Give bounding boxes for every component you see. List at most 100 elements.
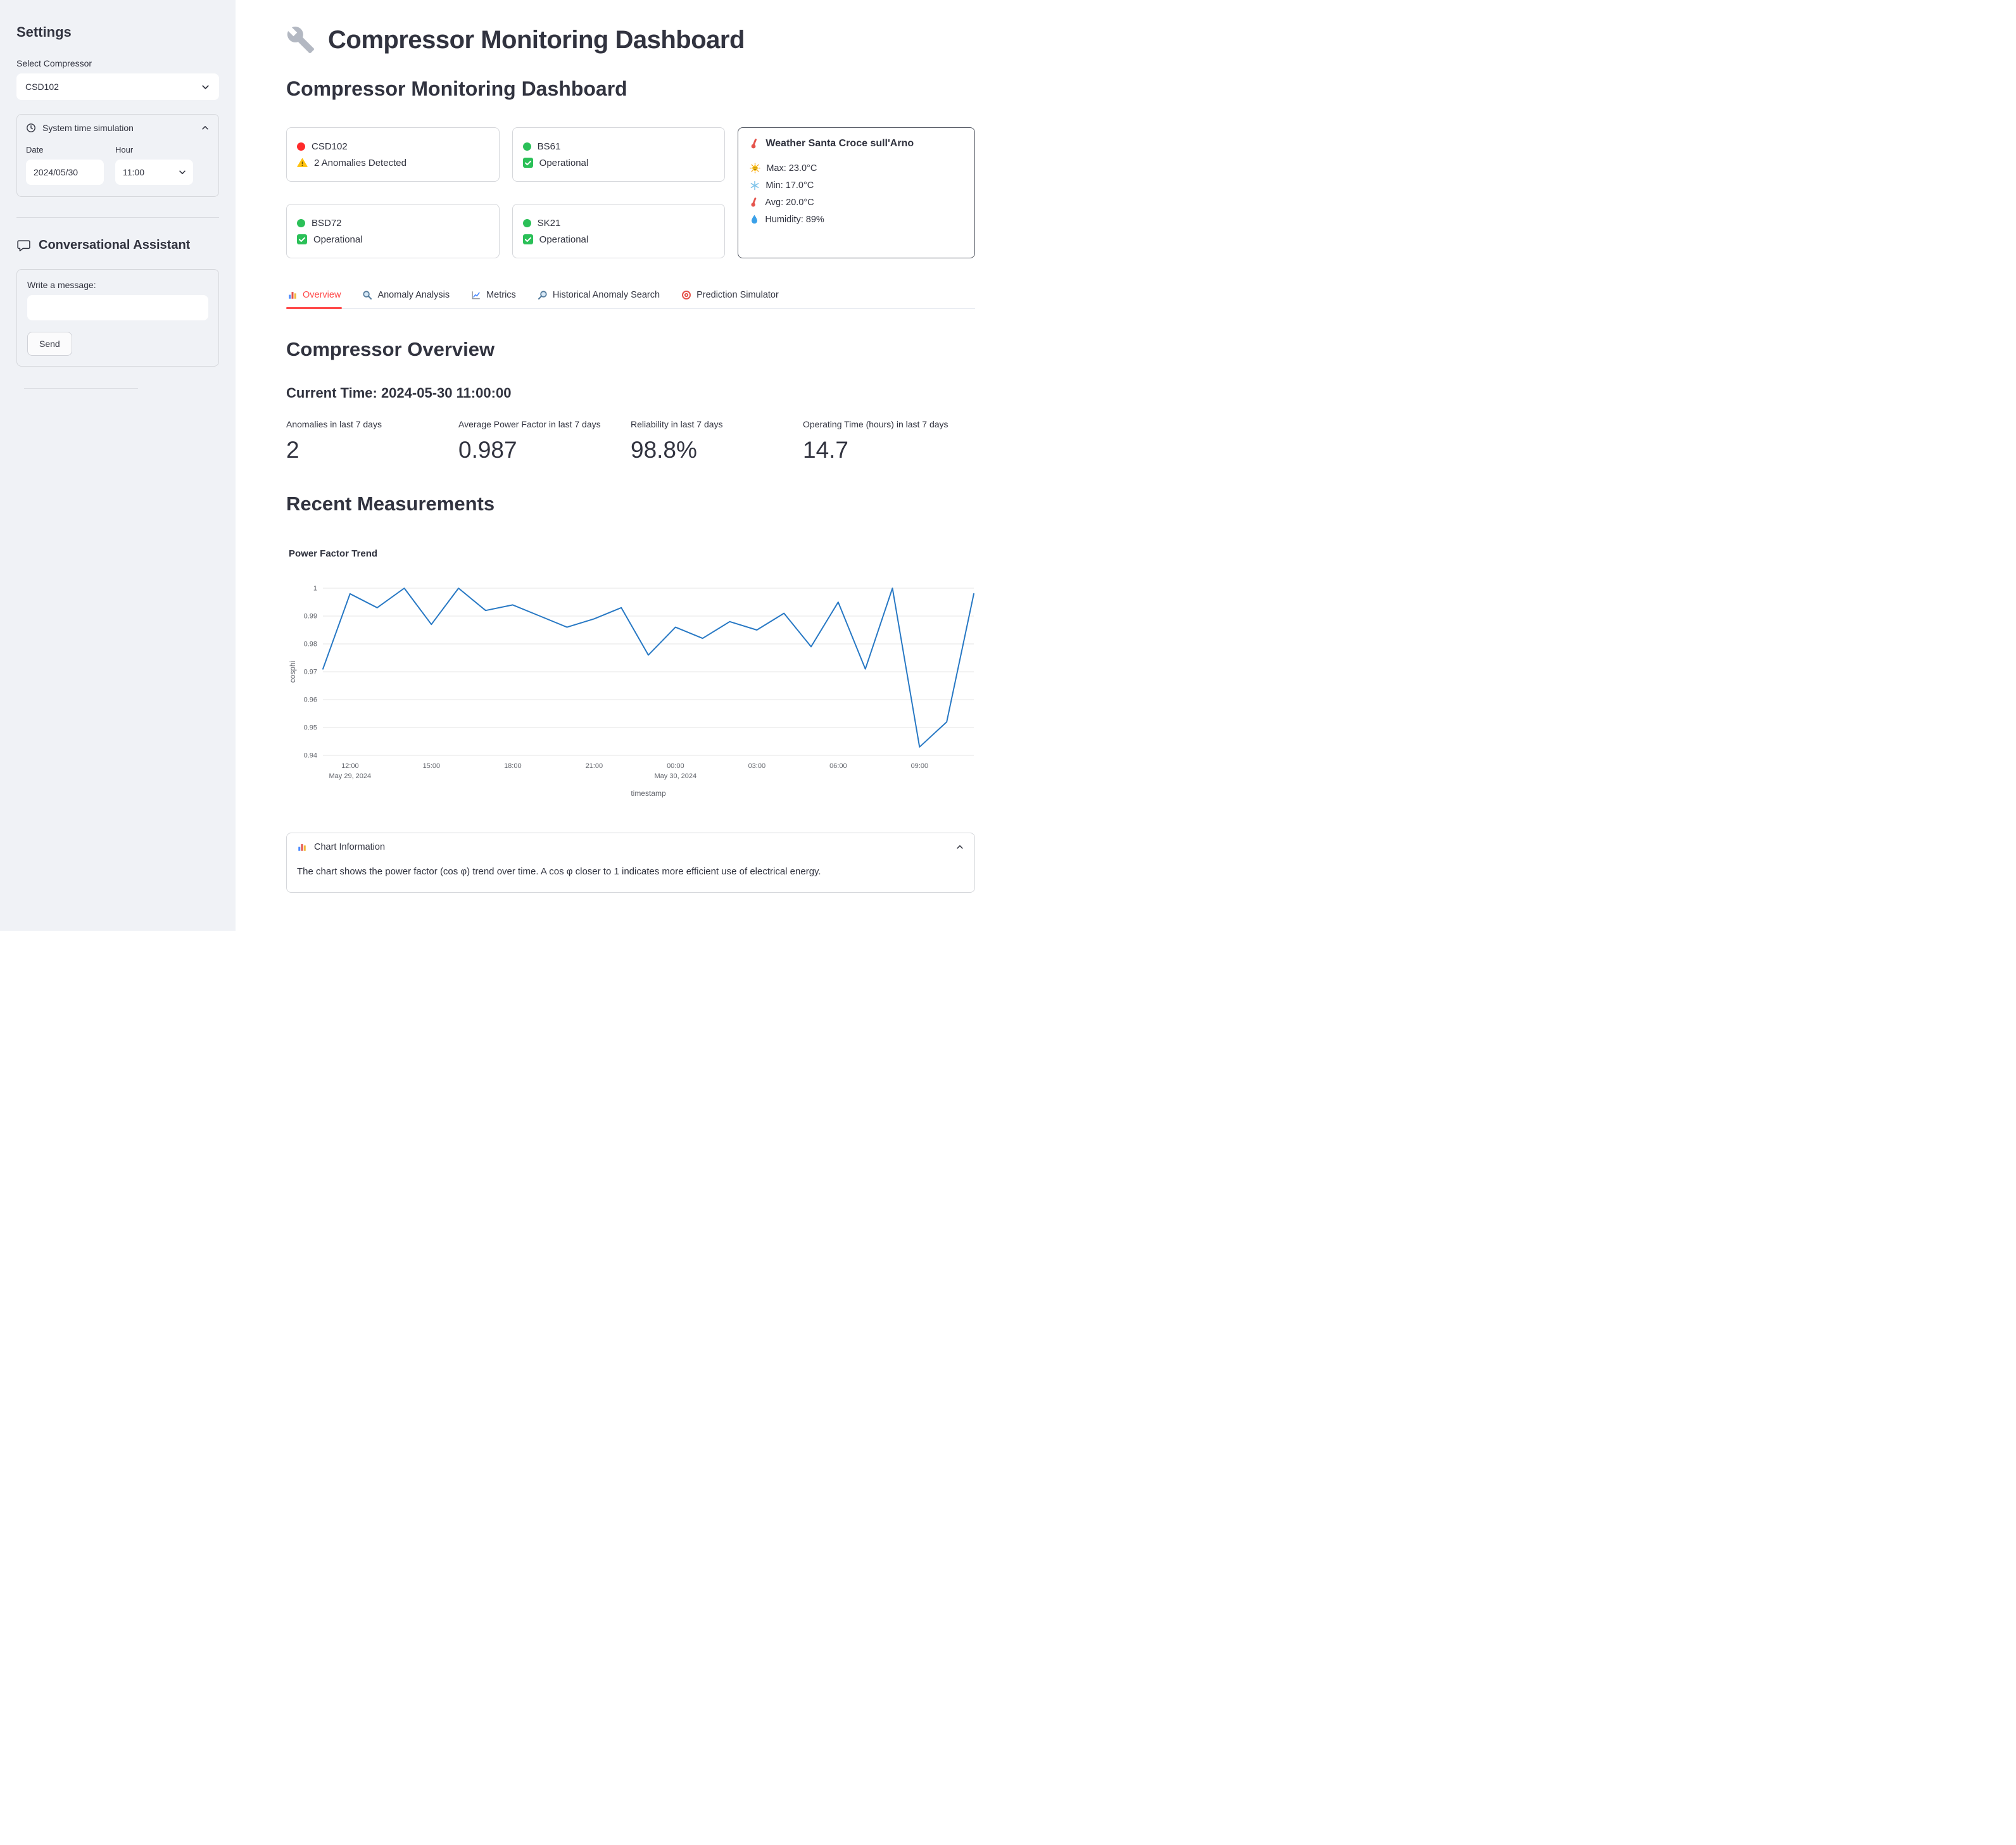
status-dot-green-icon: [297, 219, 305, 227]
app-title: Compressor Monitoring Dashboard: [286, 25, 975, 54]
clock-icon: [26, 123, 36, 133]
status-dot-green-icon: [523, 142, 531, 151]
message-input[interactable]: [27, 295, 208, 320]
chevron-down-icon: [178, 168, 187, 177]
page-subtitle: Compressor Monitoring Dashboard: [286, 77, 975, 101]
weather-max-text: Max: 23.0°C: [766, 163, 817, 173]
wrench-icon: [286, 25, 315, 54]
chart-info-title: Chart Information: [314, 842, 385, 852]
assistant-title-text: Conversational Assistant: [39, 238, 190, 253]
svg-text:09:00: 09:00: [911, 762, 929, 770]
svg-text:0.96: 0.96: [304, 696, 317, 704]
tab-anomaly-analysis[interactable]: Anomaly Analysis: [361, 285, 451, 308]
weather-title-text: Weather Santa Croce sull'Arno: [765, 138, 914, 149]
chart-info-text: The chart shows the power factor (cos φ)…: [287, 861, 974, 892]
metric-label: Reliability in last 7 days: [631, 419, 803, 429]
hour-select-value: 11:00: [123, 167, 144, 177]
status-card-sk21: SK21 Operational: [512, 204, 726, 258]
send-button[interactable]: Send: [27, 332, 72, 356]
tab-label: Overview: [303, 290, 341, 300]
compressor-name: BS61: [538, 141, 561, 152]
droplet-icon: [750, 214, 759, 225]
svg-text:May 30, 2024: May 30, 2024: [655, 772, 697, 780]
sun-icon: [750, 163, 760, 173]
check-icon: [297, 234, 307, 244]
recent-measurements-title: Recent Measurements: [286, 493, 975, 515]
tab-overview[interactable]: Overview: [286, 285, 342, 308]
compressor-select-value: CSD102: [25, 82, 59, 92]
sidebar-divider: [16, 217, 219, 218]
tab-metrics[interactable]: Metrics: [470, 285, 517, 308]
svg-text:0.98: 0.98: [304, 641, 317, 648]
tab-prediction-simulator[interactable]: Prediction Simulator: [680, 285, 780, 308]
date-field: Date: [26, 145, 104, 185]
sidebar-title: Settings: [16, 24, 219, 41]
svg-text:03:00: 03:00: [748, 762, 766, 770]
metric-power-factor: Average Power Factor in last 7 days 0.98…: [458, 419, 631, 463]
check-icon: [523, 158, 533, 168]
status-dot-green-icon: [523, 219, 531, 227]
metric-label: Average Power Factor in last 7 days: [458, 419, 631, 429]
hour-select[interactable]: 11:00: [115, 160, 193, 185]
metrics-row: Anomalies in last 7 days 2 Average Power…: [286, 419, 975, 463]
weather-humidity-text: Humidity: 89%: [765, 215, 824, 225]
speech-bubble-icon: [16, 238, 31, 253]
compressor-name: BSD72: [312, 218, 342, 229]
thermometer-icon: [750, 138, 760, 149]
compressor-status: Operational: [539, 158, 589, 168]
svg-text:0.95: 0.95: [304, 724, 317, 732]
metric-anomalies: Anomalies in last 7 days 2: [286, 419, 458, 463]
status-card-bsd72: BSD72 Operational: [286, 204, 500, 258]
chevron-up-icon: [955, 843, 964, 852]
chevron-down-icon: [201, 82, 210, 92]
svg-text:0.97: 0.97: [304, 669, 317, 676]
chart-info-expander-header[interactable]: Chart Information: [287, 833, 974, 861]
time-simulation-body: Date Hour 11:00: [17, 141, 218, 196]
main-content: Compressor Monitoring Dashboard Compress…: [236, 0, 1008, 931]
bar-chart-icon: [297, 842, 307, 852]
metric-value: 14.7: [803, 437, 975, 463]
status-column-2: BS61 Operational SK21: [512, 127, 726, 258]
tab-label: Metrics: [486, 290, 516, 300]
svg-text:0.94: 0.94: [304, 752, 317, 760]
status-dot-red-icon: [297, 142, 305, 151]
warning-icon: [297, 158, 308, 168]
svg-text:timestamp: timestamp: [631, 789, 666, 798]
time-simulation-expander: System time simulation Date Hour 11:00: [16, 114, 219, 197]
metric-value: 2: [286, 437, 458, 463]
status-card-csd102: CSD102 2 Anomalies Detected: [286, 127, 500, 182]
time-simulation-title: System time simulation: [42, 123, 134, 133]
svg-text:12:00: 12:00: [341, 762, 359, 770]
magnifier-right-icon: [538, 290, 548, 300]
power-factor-chart-block: Power Factor Trend 10.990.980.970.960.95…: [286, 548, 975, 800]
select-compressor-label: Select Compressor: [16, 58, 219, 68]
svg-text:21:00: 21:00: [586, 762, 603, 770]
weather-avg: Avg: 20.0°C: [750, 194, 963, 211]
time-simulation-expander-header[interactable]: System time simulation: [17, 115, 218, 141]
svg-text:May 29, 2024: May 29, 2024: [329, 772, 372, 780]
weather-humidity: Humidity: 89%: [750, 211, 963, 228]
chevron-up-icon: [201, 123, 210, 132]
compressor-status: 2 Anomalies Detected: [314, 158, 406, 168]
bar-chart-icon: [287, 290, 298, 300]
svg-text:0.99: 0.99: [304, 613, 317, 620]
tab-bar: Overview Anomaly Analysis Metrics Histor…: [286, 285, 975, 309]
metric-reliability: Reliability in last 7 days 98.8%: [631, 419, 803, 463]
compressor-status: Operational: [539, 234, 589, 245]
chart-title: Power Factor Trend: [289, 548, 975, 559]
metric-label: Operating Time (hours) in last 7 days: [803, 419, 975, 429]
message-label: Write a message:: [27, 280, 208, 290]
tab-historical-anomaly-search[interactable]: Historical Anomaly Search: [536, 285, 661, 308]
tab-label: Prediction Simulator: [696, 290, 779, 300]
compressor-select[interactable]: CSD102: [16, 73, 219, 100]
date-input[interactable]: [26, 160, 104, 185]
metric-value: 0.987: [458, 437, 631, 463]
power-factor-line-chart: 10.990.980.970.960.950.9412:00May 29, 20…: [286, 579, 976, 800]
metric-value: 98.8%: [631, 437, 803, 463]
weather-card: Weather Santa Croce sull'Arno Max: 23.0°…: [738, 127, 975, 258]
sidebar: Settings Select Compressor CSD102 System…: [0, 0, 236, 931]
metric-operating-time: Operating Time (hours) in last 7 days 14…: [803, 419, 975, 463]
target-icon: [681, 290, 691, 300]
check-icon: [523, 234, 533, 244]
hour-label: Hour: [115, 145, 193, 154]
